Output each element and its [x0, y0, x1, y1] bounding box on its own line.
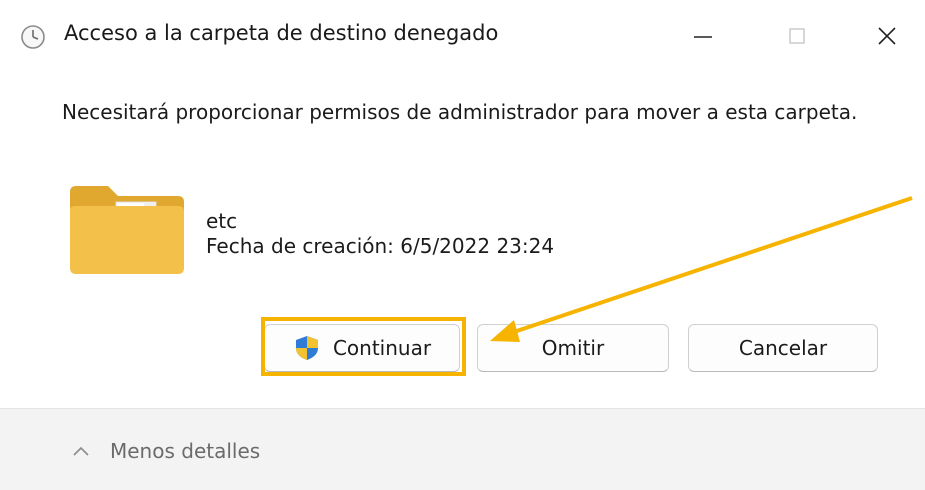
- details-toggle-label: Menos detalles: [110, 439, 261, 463]
- clock-icon: [20, 24, 46, 50]
- minimize-button[interactable]: [676, 14, 730, 58]
- maximize-icon: [789, 28, 805, 44]
- chevron-up-icon: [73, 446, 89, 456]
- folder-icon: [68, 182, 186, 276]
- cancel-button[interactable]: Cancelar: [688, 324, 878, 372]
- item-name: etc: [206, 209, 238, 233]
- window-title: Acceso a la carpeta de destino denegado: [64, 21, 499, 45]
- minimize-icon: [694, 36, 712, 38]
- permission-message: Necesitará proporcionar permisos de admi…: [62, 100, 858, 124]
- cancel-label: Cancelar: [738, 336, 828, 360]
- item-created-date: Fecha de creación: 6/5/2022 23:24: [206, 234, 555, 258]
- skip-button[interactable]: Omitir: [477, 324, 669, 372]
- dialog-window: Acceso a la carpeta de destino denegado …: [0, 0, 925, 490]
- maximize-button: [770, 14, 824, 58]
- close-button[interactable]: [860, 14, 914, 58]
- continue-button[interactable]: Continuar: [264, 324, 460, 372]
- details-toggle[interactable]: Menos detalles: [72, 439, 260, 463]
- dialog-footer: Menos detalles: [0, 408, 925, 490]
- uac-shield-icon: [295, 336, 318, 360]
- continue-label: Continuar: [332, 336, 432, 360]
- close-icon: [878, 27, 896, 45]
- title-bar: Acceso a la carpeta de destino denegado: [0, 0, 925, 74]
- skip-label: Omitir: [541, 336, 605, 360]
